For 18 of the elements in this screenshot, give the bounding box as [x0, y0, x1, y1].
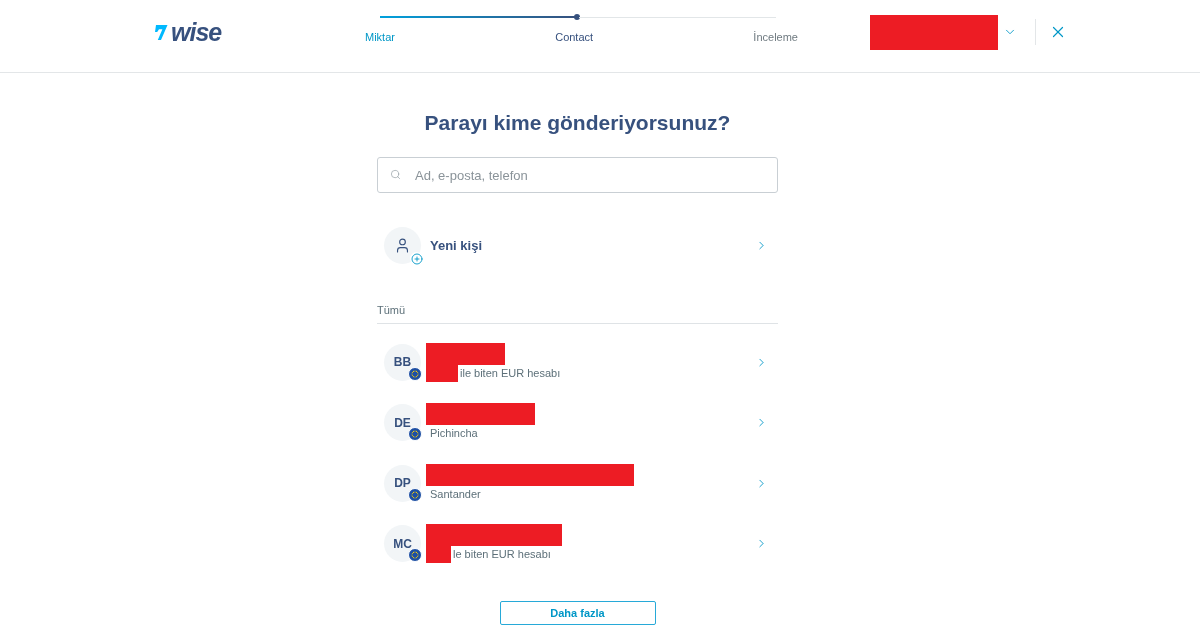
search-icon — [390, 169, 401, 180]
account-subtitle: Pichincha — [430, 426, 478, 442]
plus-circle-icon — [410, 252, 423, 265]
logo-wordmark: wise — [171, 19, 222, 45]
new-contact-link[interactable]: Yeni kişi — [430, 238, 483, 253]
search-field[interactable]: Ad, e-posta, telefon — [377, 157, 778, 193]
account-subtitle: ile biten EUR hesabı — [460, 365, 561, 381]
account-subtitle: Santander — [430, 486, 481, 502]
current-step-dot-icon — [574, 14, 580, 20]
section-label: Tümü — [377, 304, 406, 317]
step-label[interactable]: Contact — [555, 31, 594, 44]
person-avatar-icon — [384, 227, 421, 264]
logo-icon — [155, 23, 168, 41]
account-subtitle: le biten EUR hesabı — [453, 547, 551, 563]
step-label[interactable]: İnceleme — [753, 31, 798, 44]
step-label[interactable]: Miktar — [365, 31, 395, 44]
page-title: Parayı kime gönderiyorsunuz? — [423, 110, 732, 136]
more-button[interactable]: Daha fazla — [499, 601, 656, 625]
